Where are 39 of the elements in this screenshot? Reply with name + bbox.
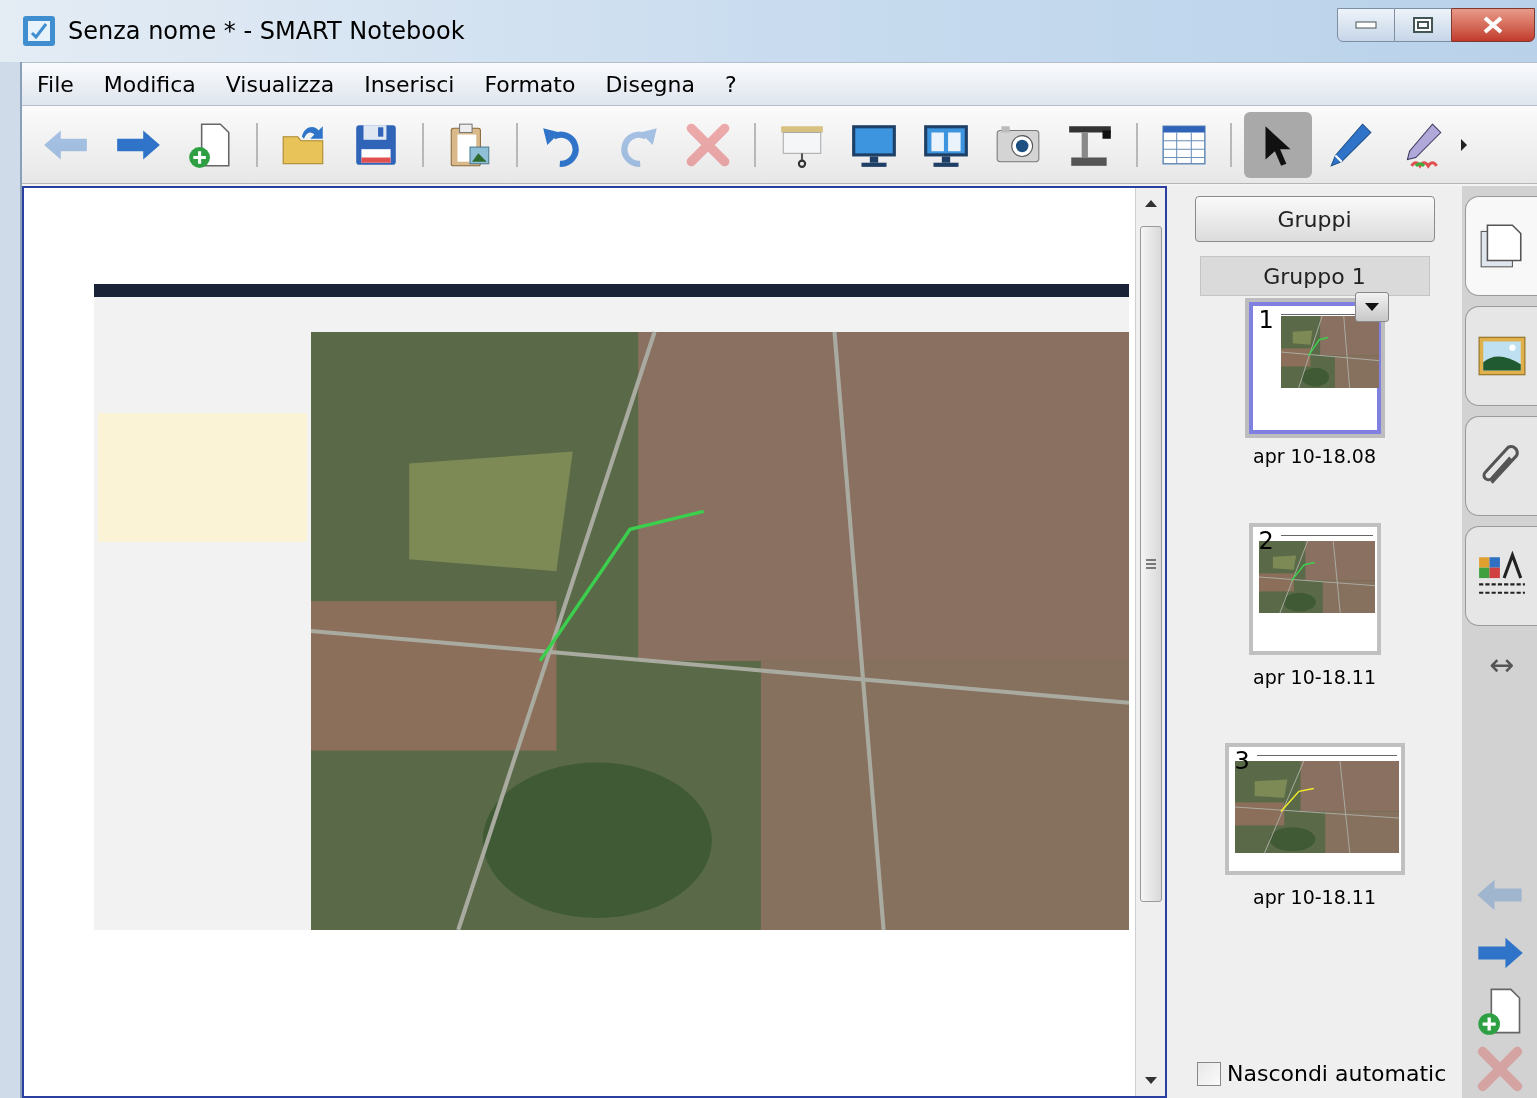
attachments-tab[interactable] (1465, 416, 1537, 516)
scroll-up-icon[interactable] (1143, 198, 1158, 208)
pages-tab[interactable] (1465, 196, 1537, 296)
group-header: Gruppo 1 (1199, 256, 1430, 296)
page-menu-button[interactable] (1354, 292, 1389, 322)
select-button[interactable] (1244, 111, 1312, 178)
grip-icon (1144, 557, 1157, 571)
menu-item[interactable]: Formato (484, 67, 576, 101)
menu-item[interactable]: Visualizza (225, 67, 335, 101)
menu-item[interactable]: ? (724, 67, 737, 101)
menu-item[interactable]: Inserisci (364, 67, 455, 101)
minimize-icon (1355, 21, 1377, 29)
minimize-button[interactable] (1337, 8, 1395, 42)
maximize-icon (1412, 16, 1434, 34)
window-title: Senza nome * - SMART Notebook (68, 16, 465, 47)
properties-tab[interactable] (1465, 526, 1537, 626)
groups-button[interactable]: Gruppi (1194, 196, 1435, 242)
scroll-down-icon[interactable] (1143, 1076, 1158, 1086)
page-label: apr 10-18.08 (1253, 444, 1376, 469)
app-icon (22, 15, 56, 47)
vertical-scrollbar[interactable] (1135, 188, 1165, 1096)
auto-hide-checkbox[interactable] (1197, 1061, 1221, 1086)
page-number: 1 (1258, 306, 1274, 334)
dropdown-arrow-icon (1363, 302, 1380, 312)
page-label: apr 10-18.11 (1253, 664, 1376, 690)
close-icon (1482, 15, 1504, 35)
more-tools-icon[interactable] (1460, 137, 1468, 152)
menu-item[interactable]: Modifica (103, 67, 196, 101)
gallery-tab[interactable] (1465, 306, 1537, 406)
menu-item[interactable]: File (37, 67, 74, 101)
maximize-button[interactable] (1395, 8, 1451, 42)
close-button[interactable] (1451, 8, 1535, 42)
auto-hide-label: Nascondi automatic (1227, 1060, 1447, 1088)
resize-handle[interactable]: ↔ (1488, 650, 1515, 680)
menu-item[interactable]: Disegna (605, 67, 695, 101)
page-thumbnail[interactable]: 2 (1248, 522, 1381, 655)
page-number: 2 (1258, 526, 1274, 555)
scrollbar-thumb[interactable] (1139, 226, 1162, 902)
page-label: apr 10-18.11 (1253, 885, 1376, 910)
